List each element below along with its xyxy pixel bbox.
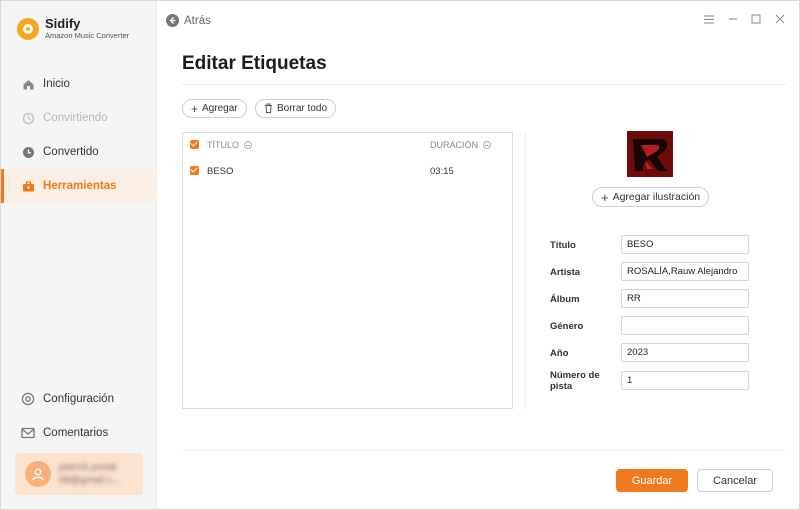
back-button[interactable]: Atrás: [166, 14, 211, 27]
back-label: Atrás: [184, 14, 211, 27]
sidebar: Sidify Amazon Music Converter Inicio Con…: [1, 1, 157, 509]
divider: [182, 450, 786, 451]
clear-all-button[interactable]: Borrar todo: [255, 99, 337, 118]
album-artwork: [627, 131, 673, 177]
sidebar-item-herramientas[interactable]: Herramientas: [1, 169, 157, 203]
field-label-genero: Género: [550, 321, 584, 332]
brand-subtitle: Amazon Music Converter: [45, 31, 130, 40]
mail-icon: [21, 426, 35, 440]
add-label: Agregar: [202, 103, 238, 114]
avatar-icon: [25, 461, 51, 487]
clear-all-label: Borrar todo: [277, 103, 328, 114]
sidebar-item-label: Convertido: [43, 146, 99, 158]
track-number-field[interactable]: 1: [621, 371, 749, 390]
sidebar-item-convertido[interactable]: Convertido: [1, 135, 157, 169]
plus-icon: +: [601, 189, 609, 205]
field-label-numero-pista: Número de pista: [550, 370, 600, 392]
sync-icon: [21, 111, 35, 125]
track-duration: 03:15: [430, 166, 454, 177]
add-artwork-label: Agregar ilustración: [612, 191, 701, 203]
brand-name: Sidify: [45, 16, 81, 31]
sidebar-item-label: Comentarios: [43, 427, 109, 439]
sidify-logo-icon: [17, 18, 39, 40]
sidebar-item-label: Herramientas: [43, 180, 117, 192]
plus-icon: +: [191, 101, 199, 116]
sidebar-item-comentarios[interactable]: Comentarios: [1, 416, 157, 450]
menu-icon[interactable]: [701, 11, 717, 27]
title-field[interactable]: BESO: [621, 235, 749, 254]
toolbox-icon: [21, 179, 35, 193]
column-header-title[interactable]: TÍTULO: [207, 140, 253, 150]
sidebar-bottom-nav: Configuración Comentarios: [1, 382, 157, 450]
panel-divider: [525, 132, 526, 409]
field-label-album: Álbum: [550, 294, 580, 305]
page-title: Editar Etiquetas: [182, 53, 327, 74]
sidebar-nav: Inicio Convirtiendo Convertido Herramien…: [1, 67, 157, 203]
sidebar-item-configuracion[interactable]: Configuración: [1, 382, 157, 416]
close-icon[interactable]: [772, 11, 788, 27]
artist-field[interactable]: ROSALÍA,Rauw Alejandro: [621, 262, 749, 281]
year-field[interactable]: 2023: [621, 343, 749, 362]
minimize-icon[interactable]: [725, 11, 741, 27]
brand: Sidify Amazon Music Converter: [17, 17, 129, 41]
sidebar-item-inicio[interactable]: Inicio: [1, 67, 157, 101]
save-button[interactable]: Guardar: [616, 469, 688, 492]
cancel-button[interactable]: Cancelar: [697, 469, 773, 492]
app-window: Sidify Amazon Music Converter Inicio Con…: [0, 0, 800, 510]
sidebar-item-label: Configuración: [43, 393, 114, 405]
field-label-titulo: Título: [550, 240, 576, 251]
gear-icon: [21, 392, 35, 406]
trash-icon: [264, 103, 273, 115]
arrow-left-icon: [166, 14, 179, 27]
row-checkbox[interactable]: [190, 166, 199, 175]
add-button[interactable]: + Agregar: [182, 99, 247, 118]
home-icon: [21, 77, 35, 91]
track-list: TÍTULO DURACIÓN BESO 03:15: [182, 132, 513, 409]
column-header-duration[interactable]: DURACIÓN: [430, 140, 492, 150]
sidebar-item-convirtiendo[interactable]: Convirtiendo: [1, 101, 157, 135]
clock-icon: [21, 145, 35, 159]
select-all-checkbox[interactable]: [190, 140, 199, 149]
user-account-card[interactable]: patrick.portal 68@gmail.c...: [15, 453, 143, 495]
album-field[interactable]: RR: [621, 289, 749, 308]
sidebar-item-label: Convirtiendo: [43, 112, 108, 124]
sort-icon[interactable]: [483, 141, 492, 149]
sidebar-item-label: Inicio: [43, 78, 70, 90]
field-label-ano: Año: [550, 348, 569, 359]
track-title: BESO: [207, 166, 234, 177]
divider: [182, 84, 786, 85]
user-email: patrick.portal 68@gmail.c...: [59, 462, 121, 486]
sort-icon[interactable]: [244, 141, 253, 149]
field-label-artista: Artista: [550, 267, 581, 278]
genre-field[interactable]: [621, 316, 749, 335]
maximize-icon[interactable]: [748, 11, 764, 27]
add-artwork-button[interactable]: + Agregar ilustración: [592, 187, 710, 207]
